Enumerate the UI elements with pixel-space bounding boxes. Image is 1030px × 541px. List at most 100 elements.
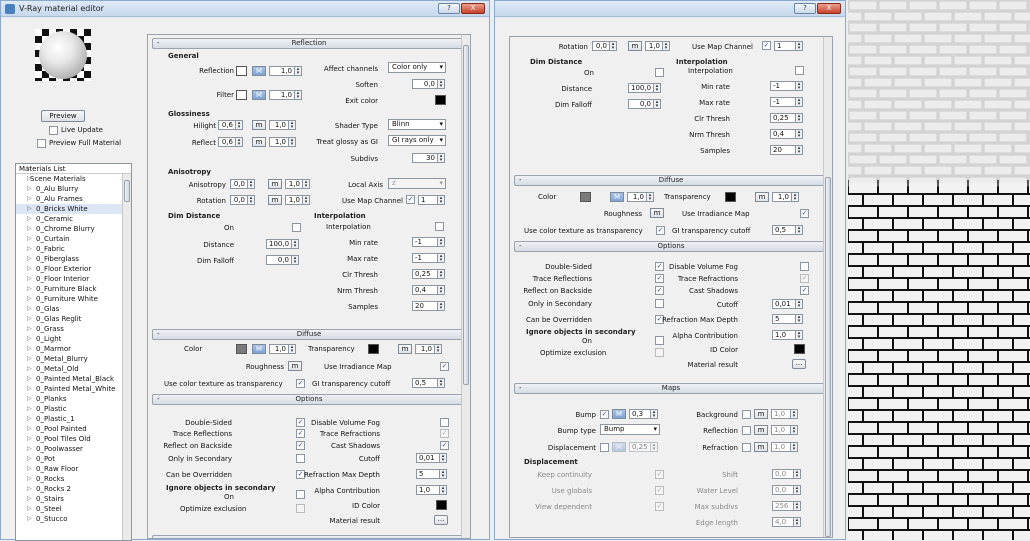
- material-list-item[interactable]: 0_Steel: [16, 504, 131, 514]
- bump-type-dropdown[interactable]: Bump: [600, 424, 660, 435]
- background-amount-spinner[interactable]: 1,0 ▴ ▾: [771, 409, 798, 419]
- settings-scrollbar[interactable]: [823, 37, 832, 537]
- roughness-map-button[interactable]: m: [650, 208, 664, 218]
- live-update-checkbox[interactable]: [49, 126, 58, 135]
- material-list-item[interactable]: 0_Floor Interior: [16, 274, 131, 284]
- disable-fog-checkbox[interactable]: [800, 262, 809, 271]
- diffuse-map-button[interactable]: M: [252, 344, 266, 354]
- id-color-swatch[interactable]: [794, 344, 805, 354]
- reflect-amount-spinner[interactable]: 1,0 ▴ ▾: [269, 137, 296, 147]
- scene-materials-node[interactable]: Scene Materials: [16, 174, 131, 184]
- exit-color-swatch[interactable]: [435, 95, 446, 105]
- double-sided-checkbox[interactable]: ✓: [296, 418, 305, 427]
- alpha-contribution-spinner[interactable]: 1,0 ▴ ▾: [416, 485, 447, 495]
- filter-amount-spinner[interactable]: 1,0 ▴ ▾: [269, 90, 302, 100]
- interpolation-checkbox[interactable]: [435, 222, 444, 231]
- background-map-button[interactable]: m: [754, 409, 768, 419]
- use-map-channel-checkbox[interactable]: ✓: [762, 41, 771, 50]
- use-irradiance-checkbox[interactable]: ✓: [440, 362, 449, 371]
- diffuse-amount-spinner[interactable]: 1,0 ▴ ▾: [627, 192, 654, 202]
- roughness-map-button[interactable]: m: [288, 361, 302, 371]
- material-list-item[interactable]: 0_Stairs: [16, 494, 131, 504]
- rotation-map-button[interactable]: m: [268, 195, 282, 205]
- diffuse-map-button[interactable]: M: [610, 192, 624, 202]
- rotation-spinner[interactable]: 0,0 ▴ ▾: [230, 195, 255, 205]
- trace-refractions-checkbox[interactable]: ✓: [440, 429, 449, 438]
- transparency-color-swatch[interactable]: [725, 192, 736, 202]
- reflection-map-button[interactable]: M: [252, 66, 266, 76]
- material-list-item[interactable]: 0_Metal_Blurry: [16, 354, 131, 364]
- material-list-item[interactable]: 0_Furniture Black: [16, 284, 131, 294]
- shift-spinner[interactable]: 0,0 ▴ ▾: [772, 469, 801, 479]
- samples-spinner[interactable]: 20 ▴ ▾: [412, 301, 445, 311]
- reflect-spinner[interactable]: 0,6 ▴ ▾: [218, 137, 243, 147]
- use-color-tex-checkbox[interactable]: ✓: [656, 226, 665, 235]
- use-color-tex-checkbox[interactable]: ✓: [296, 379, 305, 388]
- max-subdivs-spinner[interactable]: 256 ▴ ▾: [772, 501, 801, 511]
- help-button[interactable]: ?: [438, 3, 460, 14]
- maps-section-header-collapsed[interactable]: [152, 535, 466, 538]
- diffuse-section-header[interactable]: Diffuse: [514, 175, 828, 186]
- material-list-item[interactable]: 0_Raw Floor: [16, 464, 131, 474]
- bump-amount-spinner[interactable]: 0,3 ▴ ▾: [629, 409, 658, 419]
- material-list-item[interactable]: 0_Bricks White: [16, 204, 131, 214]
- material-list-item[interactable]: 0_Pool Tiles Old: [16, 434, 131, 444]
- material-list-item[interactable]: 0_Rocks: [16, 474, 131, 484]
- hilight-spinner[interactable]: 0,6 ▴ ▾: [218, 120, 243, 130]
- material-list-item[interactable]: 0_Furniture White: [16, 294, 131, 304]
- distance-spinner[interactable]: 100,0 ▴ ▾: [266, 239, 299, 249]
- use-map-channel-checkbox[interactable]: ✓: [406, 195, 415, 204]
- cast-shadows-checkbox[interactable]: ✓: [440, 441, 449, 450]
- material-list-item[interactable]: 0_Stucco: [16, 514, 131, 524]
- trace-refractions-checkbox[interactable]: ✓: [800, 274, 809, 283]
- material-list-item[interactable]: 0_Painted Metal_White: [16, 384, 131, 394]
- nrm-thresh-spinner[interactable]: 0,4 ▴ ▾: [412, 285, 445, 295]
- clr-thresh-spinner[interactable]: 0,25 ▴ ▾: [770, 113, 803, 123]
- material-list-item[interactable]: 0_Alu Frames: [16, 194, 131, 204]
- material-result-button[interactable]: ...: [792, 359, 806, 369]
- diffuse-color-swatch[interactable]: [236, 344, 247, 354]
- max-rate-spinner[interactable]: -1 ▴ ▾: [412, 253, 445, 263]
- diffuse-section-header[interactable]: Diffuse: [152, 329, 466, 340]
- material-list-item[interactable]: 0_Chrome Blurry: [16, 224, 131, 234]
- gi-cutoff-spinner[interactable]: 0,5 ▴ ▾: [412, 378, 445, 388]
- close-button[interactable]: X: [461, 3, 485, 14]
- map-channel-spinner[interactable]: 1 ▴ ▾: [418, 195, 445, 205]
- material-list-item[interactable]: 0_Fabric: [16, 244, 131, 254]
- options-section-header[interactable]: Options: [152, 394, 466, 405]
- material-list-item[interactable]: 0_Grass: [16, 324, 131, 334]
- bump-map-button[interactable]: M: [612, 409, 626, 419]
- keep-continuity-checkbox[interactable]: ✓: [655, 470, 664, 479]
- refraction-amount-spinner[interactable]: 1,0 ▴ ▾: [771, 442, 798, 452]
- soften-spinner[interactable]: 0,0 ▴ ▾: [412, 79, 445, 89]
- disable-fog-checkbox[interactable]: [440, 418, 449, 427]
- refr-max-depth-spinner[interactable]: 5 ▴ ▾: [772, 314, 803, 324]
- material-list-item[interactable]: 0_Alu Blurry: [16, 184, 131, 194]
- maps-reflection-checkbox[interactable]: [742, 426, 751, 435]
- anisotropy-map-button[interactable]: m: [268, 179, 282, 189]
- transparency-amount-spinner[interactable]: 1,0 ▴ ▾: [415, 344, 442, 354]
- material-list-item[interactable]: 0_Plastic: [16, 404, 131, 414]
- distance-spinner[interactable]: 100,0 ▴ ▾: [628, 83, 661, 93]
- id-color-swatch[interactable]: [436, 500, 447, 510]
- filter-color-swatch[interactable]: [236, 90, 247, 100]
- preview-full-checkbox[interactable]: [37, 139, 46, 148]
- material-list-item[interactable]: 0_Fiberglass: [16, 254, 131, 264]
- interpolation-checkbox[interactable]: [795, 66, 804, 75]
- reflection-amount-spinner[interactable]: 1,0 ▴ ▾: [269, 66, 302, 76]
- options-section-header[interactable]: Options: [514, 241, 828, 252]
- use-irradiance-checkbox[interactable]: ✓: [800, 209, 809, 218]
- transparency-map-button[interactable]: m: [755, 192, 769, 202]
- water-level-spinner[interactable]: 0,0 ▴ ▾: [772, 485, 801, 495]
- edge-length-spinner[interactable]: 4,0 ▴ ▾: [772, 517, 801, 527]
- max-rate-spinner[interactable]: -1 ▴ ▾: [770, 97, 803, 107]
- close-button[interactable]: X: [817, 3, 841, 14]
- reflection-color-swatch[interactable]: [236, 66, 247, 76]
- trace-reflections-checkbox[interactable]: ✓: [296, 429, 305, 438]
- material-list-item[interactable]: 0_Planks: [16, 394, 131, 404]
- subdivs-spinner[interactable]: 30 ▴ ▾: [412, 153, 445, 163]
- transparency-amount-spinner[interactable]: 1,0 ▴ ▾: [772, 192, 799, 202]
- preview-button[interactable]: Preview: [41, 110, 85, 122]
- cutoff-spinner[interactable]: 0,01 ▴ ▾: [416, 453, 447, 463]
- anisotropy-spinner[interactable]: 0,0 ▴ ▾: [230, 179, 255, 189]
